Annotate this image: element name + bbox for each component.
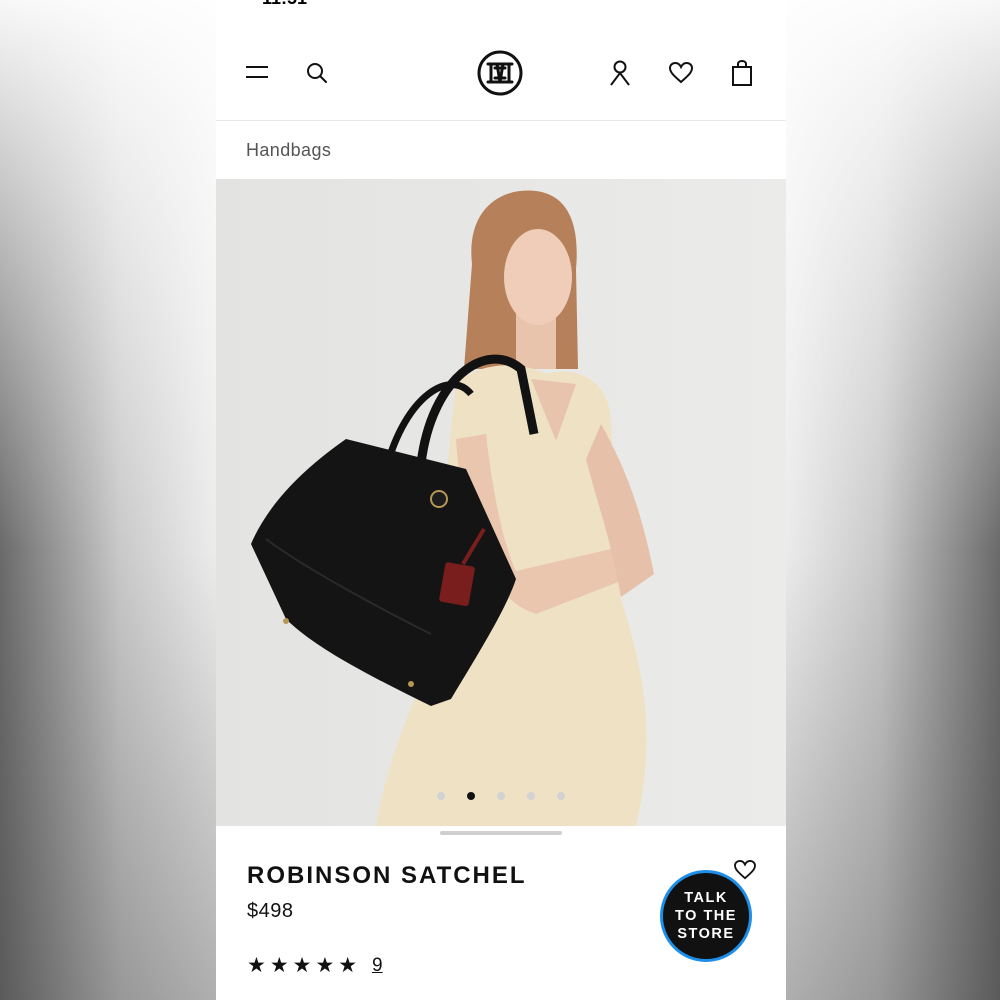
site-header: [216, 28, 786, 121]
breadcrumb: Handbags: [216, 121, 786, 179]
heart-icon[interactable]: [669, 62, 693, 84]
phone-screen: 11:51 Handbags: [216, 0, 786, 1000]
product-image[interactable]: [216, 179, 786, 826]
talk-line-2: TO THE: [675, 908, 737, 924]
talk-line-3: STORE: [677, 926, 735, 942]
review-count-link[interactable]: 9: [372, 955, 383, 977]
talk-to-store-button[interactable]: TALK TO THE STORE: [660, 870, 752, 962]
shopping-bag-icon[interactable]: [731, 60, 753, 86]
breadcrumb-handbags[interactable]: Handbags: [246, 140, 331, 161]
talk-line-1: TALK: [684, 890, 728, 906]
product-photo: [216, 179, 786, 826]
menu-icon[interactable]: [246, 64, 268, 80]
product-title: ROBINSON SATCHEL: [247, 862, 527, 889]
status-time: 11:51: [262, 0, 307, 9]
status-bar: 11:51: [216, 0, 786, 8]
account-icon[interactable]: [609, 60, 631, 86]
search-icon[interactable]: [306, 62, 328, 84]
rating-stars: ★★★★★: [247, 954, 362, 977]
gallery-dot-2[interactable]: [467, 792, 475, 800]
product-price: $498: [247, 900, 294, 922]
drag-handle[interactable]: [440, 831, 562, 835]
brand-logo[interactable]: [477, 50, 523, 96]
gallery-dot-4[interactable]: [527, 792, 535, 800]
gallery-dot-1[interactable]: [437, 792, 445, 800]
gallery-dots: [216, 792, 786, 802]
gallery-dot-3[interactable]: [497, 792, 505, 800]
gallery-dot-5[interactable]: [557, 792, 565, 800]
product-info-panel: ROBINSON SATCHEL $498 ★★★★★ 9 TALK TO TH…: [216, 826, 786, 1000]
wishlist-heart-icon[interactable]: [734, 860, 756, 880]
